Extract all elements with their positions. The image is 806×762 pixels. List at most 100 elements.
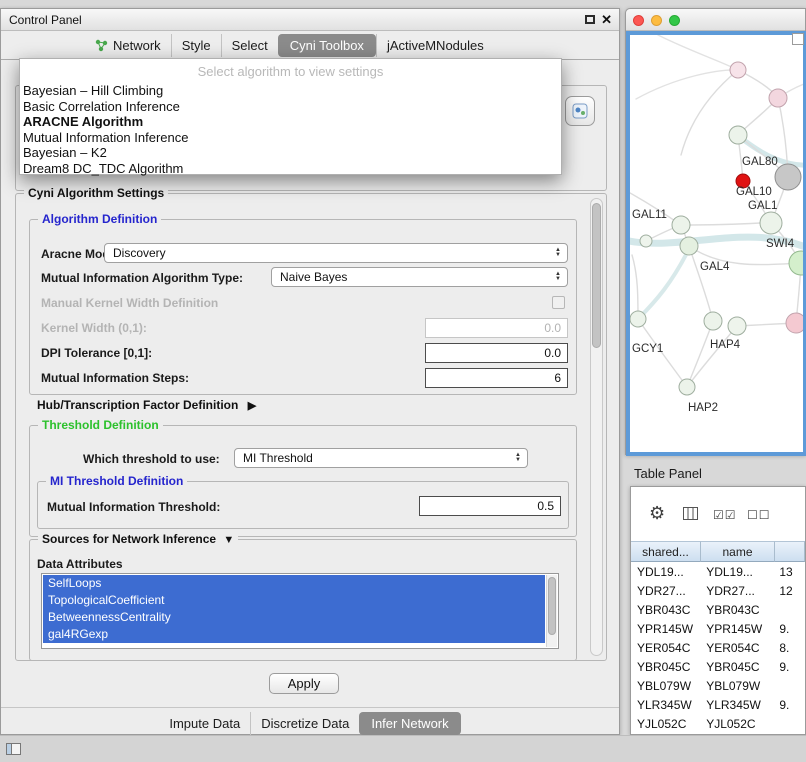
combo-value: MI Threshold <box>243 451 313 465</box>
table-row[interactable]: YER054CYER054C8. <box>631 638 805 657</box>
tab-jactivemodules[interactable]: jActiveMNodules <box>376 34 494 57</box>
table-row[interactable]: YDR27...YDR27...12 <box>631 581 805 600</box>
mi-algorithm-type-label: Mutual Information Algorithm Type: <box>41 271 243 285</box>
tab-cyni-toolbox[interactable]: Cyni Toolbox <box>278 34 376 57</box>
list-scrollbar[interactable] <box>546 575 557 647</box>
table-cell: YBR045C <box>631 660 700 674</box>
tab-discretize-data[interactable]: Discretize Data <box>250 712 359 735</box>
algorithm-option[interactable]: Dream8 DC_TDC Algorithm <box>20 161 561 177</box>
network-node[interactable] <box>789 251 803 275</box>
columns-icon[interactable] <box>683 507 698 525</box>
attribute-item[interactable]: SelfLoops <box>43 575 545 592</box>
cyni-settings-button[interactable] <box>565 96 595 126</box>
dpi-tolerance-input[interactable]: 0.0 <box>425 343 568 363</box>
which-threshold-combobox[interactable]: MI Threshold ▲▼ <box>234 448 528 468</box>
algorithm-option[interactable]: Bayesian – Hill Climbing <box>20 83 561 99</box>
attribute-item[interactable]: gal4RGexp <box>43 626 545 643</box>
network-edge <box>632 255 638 319</box>
table-row[interactable]: YPR145WYPR145W9. <box>631 619 805 638</box>
manual-kernel-width-checkbox[interactable] <box>552 296 565 309</box>
gear-icon[interactable]: ⚙ <box>649 503 665 524</box>
mi-steps-input[interactable]: 6 <box>425 368 568 388</box>
tab-network[interactable]: Network <box>85 34 171 57</box>
close-traffic-light[interactable] <box>633 15 644 26</box>
network-icon <box>95 39 108 52</box>
algorithm-option[interactable]: Basic Correlation Inference <box>20 99 561 115</box>
network-node[interactable] <box>630 311 646 327</box>
table-cell: YPR145W <box>700 622 773 636</box>
select-all-icon[interactable]: ☑☑ <box>713 508 737 522</box>
network-node[interactable] <box>786 313 803 333</box>
column-header[interactable] <box>775 541 805 562</box>
tab-style[interactable]: Style <box>171 34 221 57</box>
hub-definition-expander[interactable]: Hub/Transcription Factor Definition ▶ <box>37 398 256 412</box>
network-node[interactable] <box>672 216 690 234</box>
network-node[interactable] <box>679 379 695 395</box>
network-node[interactable] <box>730 62 746 78</box>
network-scrollbar-corner <box>792 33 804 45</box>
tab-impute-data[interactable]: Impute Data <box>159 712 250 735</box>
network-node[interactable] <box>729 126 747 144</box>
table-row[interactable]: YBR043CYBR043C <box>631 600 805 619</box>
network-svg: GAL80GAL10GAL11GAL1SWI4GAL4GCY1HAP4HAP2 <box>630 35 803 452</box>
group-title: MI Threshold Definition <box>46 474 187 488</box>
table-row[interactable]: YBL079WYBL079W <box>631 676 805 695</box>
attribute-item[interactable]: BetweennessCentrality <box>43 609 545 626</box>
data-attributes-list-inner: SelfLoopsTopologicalCoefficientBetweenne… <box>43 575 545 647</box>
cyni-settings-icon <box>571 102 589 120</box>
group-title: Cyni Algorithm Settings <box>24 186 168 200</box>
table-cell: YBR043C <box>700 603 773 617</box>
list-scrollbar-thumb[interactable] <box>548 577 556 635</box>
aracne-mode-combobox[interactable]: Discovery ▲▼ <box>104 243 568 263</box>
float-window-icon[interactable] <box>585 15 595 24</box>
mi-steps-label: Mutual Information Steps: <box>41 371 189 385</box>
network-node[interactable] <box>769 89 787 107</box>
network-node[interactable] <box>775 164 801 190</box>
mi-threshold-input[interactable]: 0.5 <box>419 496 561 516</box>
column-header[interactable]: shared... <box>631 541 701 562</box>
tab-label: Impute Data <box>169 716 240 731</box>
network-node[interactable] <box>640 235 652 247</box>
network-node[interactable] <box>760 212 782 234</box>
deselect-all-icon[interactable]: ☐☐ <box>747 508 771 522</box>
settings-scrollbar-thumb[interactable] <box>592 203 601 348</box>
table-row[interactable]: YDL19...YDL19...13 <box>631 562 805 581</box>
close-icon[interactable]: ✕ <box>601 12 612 28</box>
algorithm-option[interactable]: ARACNE Algorithm <box>20 114 561 130</box>
network-canvas[interactable]: GAL80GAL10GAL11GAL1SWI4GAL4GCY1HAP4HAP2 <box>626 31 806 456</box>
table-row[interactable]: YBR045CYBR045C9. <box>631 657 805 676</box>
kernel-width-input[interactable]: 0.0 <box>425 318 568 338</box>
column-header[interactable]: name <box>701 541 775 562</box>
minimize-traffic-light[interactable] <box>651 15 662 26</box>
table-cell: 9. <box>773 698 805 712</box>
show-panel-icon[interactable] <box>6 742 21 760</box>
status-strip <box>0 735 806 762</box>
tab-select[interactable]: Select <box>221 34 278 57</box>
network-node[interactable] <box>704 312 722 330</box>
data-attributes-list[interactable]: SelfLoopsTopologicalCoefficientBetweenne… <box>41 573 559 649</box>
spinner-arrows-icon: ▲▼ <box>551 272 567 282</box>
table-row[interactable]: YJL052CYJL052C <box>631 714 805 733</box>
table-cell: YLR345W <box>700 698 773 712</box>
table-cell: YJL052C <box>631 717 700 731</box>
attribute-item[interactable]: TopologicalCoefficient <box>43 592 545 609</box>
sources-expander[interactable]: Sources for Network Inference ▼ <box>38 532 238 546</box>
combo-value: Discovery <box>113 246 166 260</box>
tab-infer-network[interactable]: Infer Network <box>359 712 460 735</box>
mi-algorithm-type-combobox[interactable]: Naive Bayes ▲▼ <box>271 267 568 287</box>
zoom-traffic-light[interactable] <box>669 15 680 26</box>
table-cell: YDR27... <box>631 584 700 598</box>
network-node[interactable] <box>728 317 746 335</box>
algorithm-option[interactable]: Mutual Information Inference <box>20 130 561 146</box>
data-attributes-label: Data Attributes <box>37 557 123 571</box>
network-node[interactable] <box>680 237 698 255</box>
table-cell: 9. <box>773 660 805 674</box>
table-cell: YLR345W <box>631 698 700 712</box>
apply-button[interactable]: Apply <box>269 673 339 694</box>
settings-scrollbar[interactable] <box>590 198 603 656</box>
table-toolbar: ⚙ ☑☑ ☐☐ <box>631 487 805 541</box>
node-label: GCY1 <box>632 343 663 355</box>
table-cell: 8. <box>773 641 805 655</box>
table-row[interactable]: YLR345WYLR345W9. <box>631 695 805 714</box>
algorithm-option[interactable]: Bayesian – K2 <box>20 145 561 161</box>
